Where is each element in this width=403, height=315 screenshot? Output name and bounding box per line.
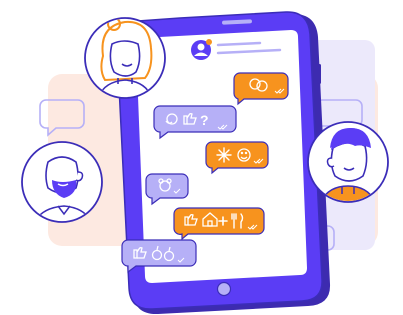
question-icon: ? (200, 112, 209, 128)
phone-side-button (318, 64, 321, 84)
contact-avatar-head-icon (197, 43, 205, 51)
contact-status-dot (206, 39, 212, 45)
message-bubble-1 (233, 72, 289, 106)
message-bubble-3 (205, 141, 269, 175)
sparkle-icon (216, 147, 232, 163)
phone-home-button (216, 281, 232, 297)
message-bubble-5 (173, 207, 265, 241)
chat-illustration: ? (0, 0, 403, 315)
woman-face (109, 40, 141, 77)
woman-avatar (84, 17, 166, 99)
man-face (330, 141, 368, 182)
illustration-canvas: ? (21, 11, 389, 315)
